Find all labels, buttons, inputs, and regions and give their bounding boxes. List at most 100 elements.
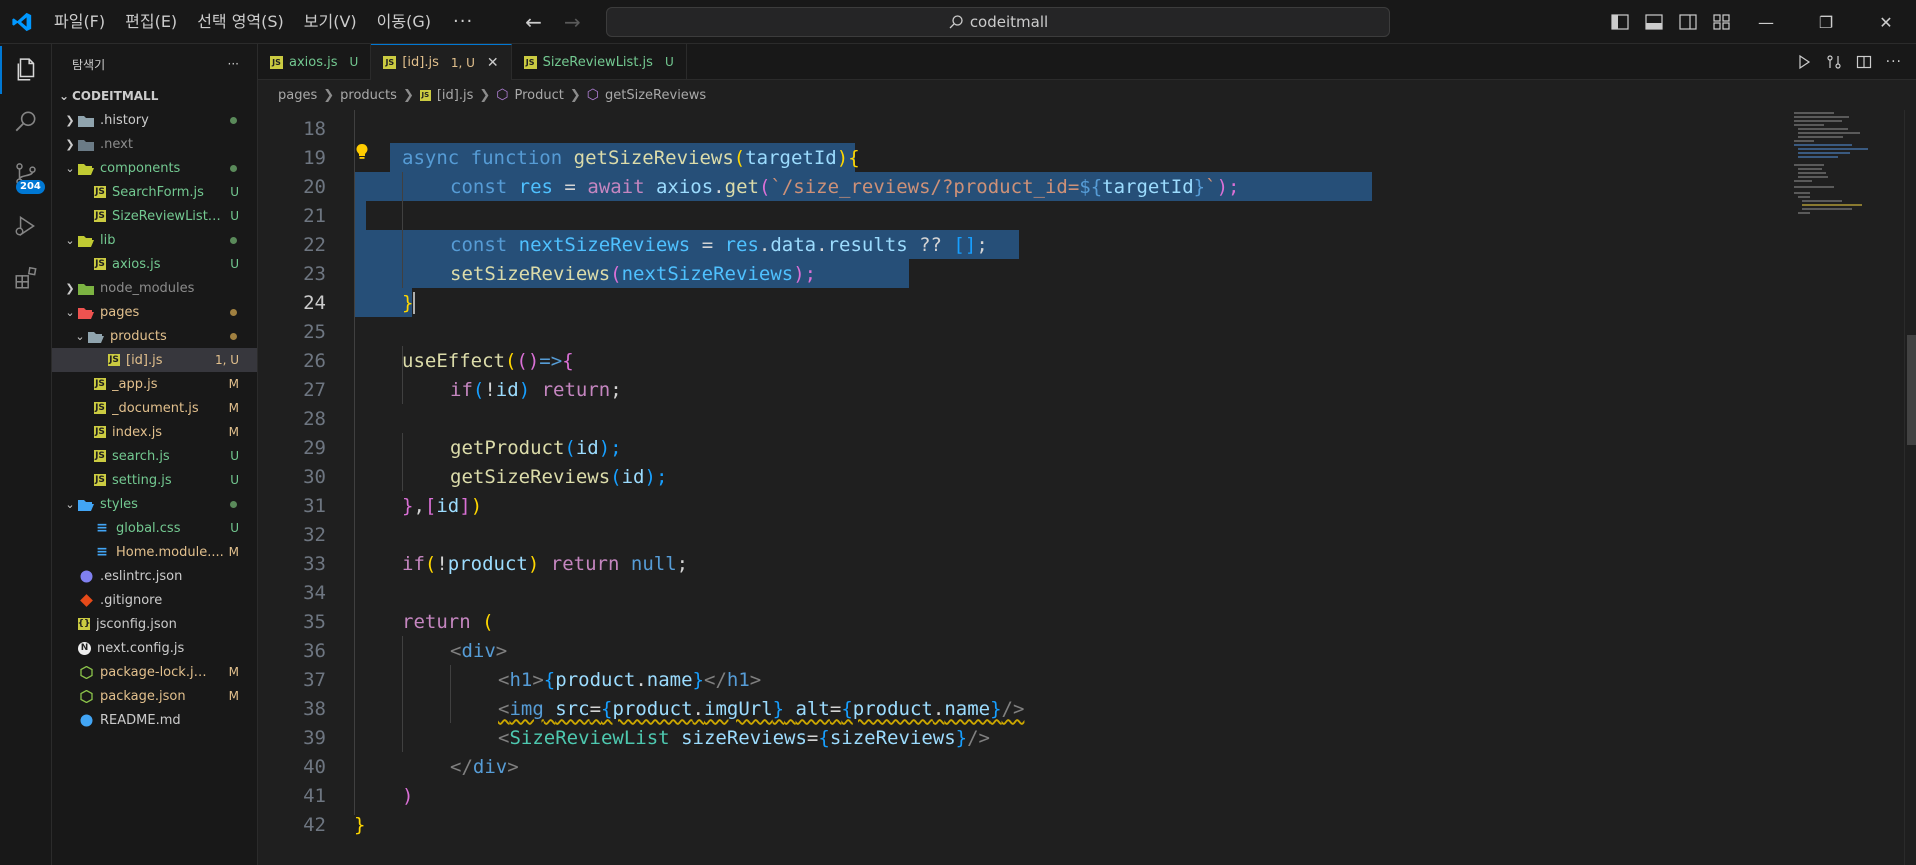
- source-control-badge: 204: [16, 180, 45, 194]
- code-line-24: 24 }: [303, 291, 416, 314]
- breadcrumb: pages ❯ products ❯ JS [id].js ❯ ⬡ Produc…: [258, 80, 1916, 110]
- code-line-31: 31 },[id]): [303, 494, 483, 517]
- folder-open-icon: [78, 497, 94, 511]
- back-arrow-icon[interactable]: ←: [525, 10, 542, 34]
- tree-file-document[interactable]: JS _document.js M: [52, 396, 257, 420]
- workspace-root[interactable]: ⌄ CODEITMALL: [52, 84, 257, 108]
- tree-file-app[interactable]: JS _app.js M: [52, 372, 257, 396]
- css-file-icon: ≡: [96, 520, 108, 536]
- tree-folder-history[interactable]: ❯ .history: [52, 108, 257, 132]
- tab-sizereviewlist[interactable]: JS SizeReviewList.js U: [512, 44, 687, 80]
- tree-file-package-lock[interactable]: package-lock.js... M: [52, 660, 257, 684]
- command-center-search[interactable]: codeitmall: [606, 7, 1390, 37]
- breadcrumb-products[interactable]: products: [340, 88, 397, 103]
- tree-file-global-css[interactable]: ≡ global.css U: [52, 516, 257, 540]
- breadcrumb-function[interactable]: getSizeReviews: [605, 88, 706, 103]
- breadcrumb-file[interactable]: [id].js: [437, 88, 474, 103]
- menu-more-button[interactable]: ···: [441, 11, 485, 32]
- toggle-primary-sidebar-icon[interactable]: [1610, 12, 1630, 32]
- explorer-icon[interactable]: [0, 46, 52, 94]
- split-editor-icon[interactable]: [1856, 54, 1872, 70]
- close-window-icon[interactable]: ✕: [1856, 0, 1916, 44]
- menu-edit[interactable]: 편집(E): [115, 7, 187, 37]
- folder-open-icon: [78, 305, 94, 319]
- tree-folder-styles[interactable]: ⌄ styles: [52, 492, 257, 516]
- js-file-icon: JS: [94, 378, 106, 390]
- run-icon[interactable]: [1796, 54, 1812, 70]
- chevron-right-icon: ❯: [323, 87, 335, 103]
- menu-bar: 파일(F) 편집(E) 선택 영역(S) 보기(V) 이동(G) ···: [44, 7, 485, 37]
- tab-id[interactable]: JS [id].js 1, U ✕: [371, 44, 512, 80]
- breadcrumb-product[interactable]: Product: [515, 88, 564, 103]
- tree-file-axios[interactable]: JS axios.js U: [52, 252, 257, 276]
- tree-file-jsconfig[interactable]: {} jsconfig.json: [52, 612, 257, 636]
- activity-bar: 204: [0, 44, 52, 865]
- menu-file[interactable]: 파일(F): [44, 7, 115, 37]
- js-file-icon: JS: [270, 55, 283, 69]
- scrollbar-thumb[interactable]: [1907, 335, 1916, 445]
- tree-file-search[interactable]: JS search.js U: [52, 444, 257, 468]
- folder-icon: [78, 137, 94, 151]
- tree-file-home-module[interactable]: ≡ Home.module.... M: [52, 540, 257, 564]
- tree-file-index[interactable]: JS index.js M: [52, 420, 257, 444]
- menu-selection[interactable]: 선택 영역(S): [187, 7, 294, 37]
- folder-open-icon: [88, 329, 104, 343]
- tree-file-next-config[interactable]: N next.config.js: [52, 636, 257, 660]
- restore-icon[interactable]: ❐: [1796, 0, 1856, 44]
- tree-file-eslintrc[interactable]: .eslintrc.json: [52, 564, 257, 588]
- tree-file-searchform[interactable]: JS SearchForm.js U: [52, 180, 257, 204]
- minimize-icon[interactable]: —: [1736, 0, 1796, 44]
- chevron-down-icon: ⌄: [65, 497, 75, 511]
- command-center-text: codeitmall: [969, 13, 1049, 31]
- toggle-panel-icon[interactable]: [1644, 12, 1664, 32]
- forward-arrow-icon[interactable]: →: [564, 10, 581, 34]
- tree-folder-node-modules[interactable]: ❯ node_modules: [52, 276, 257, 300]
- nextjs-icon: N: [78, 641, 91, 655]
- tree-file-id[interactable]: JS [id].js 1, U: [52, 348, 257, 372]
- info-icon: [78, 713, 94, 727]
- tree-file-package[interactable]: package.json M: [52, 684, 257, 708]
- search-view-icon[interactable]: [0, 98, 52, 146]
- close-tab-icon[interactable]: ✕: [487, 55, 499, 71]
- vertical-scrollbar[interactable]: [1904, 110, 1916, 865]
- tree-folder-next[interactable]: ❯ .next: [52, 132, 257, 156]
- tree-folder-components[interactable]: ⌄ components: [52, 156, 257, 180]
- tree-file-setting[interactable]: JS setting.js U: [52, 468, 257, 492]
- toggle-secondary-sidebar-icon[interactable]: [1678, 12, 1698, 32]
- git-icon: [78, 593, 94, 607]
- vscode-logo-icon: [0, 0, 44, 44]
- status-dot: [230, 164, 237, 172]
- code-editor[interactable]: 18 19 async function getSizeReviews(targ…: [258, 110, 1916, 865]
- tree-file-sizereviewlist[interactable]: JS SizeReviewList.js U: [52, 204, 257, 228]
- code-line-34: 34: [303, 581, 326, 604]
- source-control-icon[interactable]: 204: [0, 150, 52, 198]
- extensions-icon[interactable]: [0, 254, 52, 302]
- explorer-more-button[interactable]: ···: [228, 57, 239, 71]
- menu-go[interactable]: 이동(G): [367, 7, 441, 37]
- tree-folder-pages[interactable]: ⌄ pages: [52, 300, 257, 324]
- symbol-method-icon: ⬡: [586, 87, 600, 103]
- tree-folder-products[interactable]: ⌄ products: [52, 324, 257, 348]
- editor-tab-bar: JS axios.js U JS [id].js 1, U ✕ JS SizeR…: [258, 44, 1916, 80]
- explorer-sidebar: 탐색기 ··· ⌄ CODEITMALL ❯ .history ❯ .next …: [52, 44, 258, 865]
- minimap[interactable]: [1792, 110, 1904, 250]
- tree-file-readme[interactable]: README.md: [52, 708, 257, 732]
- tree-folder-lib[interactable]: ⌄ lib: [52, 228, 257, 252]
- status-dot: [230, 500, 237, 508]
- more-actions-icon[interactable]: ···: [1886, 54, 1902, 70]
- js-file-icon: JS: [523, 55, 537, 69]
- menu-view[interactable]: 보기(V): [294, 7, 367, 37]
- breadcrumb-pages[interactable]: pages: [278, 88, 317, 103]
- code-line-32: 32: [303, 523, 326, 546]
- code-line-35: 35 return (: [303, 610, 494, 633]
- js-file-icon: JS: [94, 210, 106, 222]
- folder-open-icon: [78, 161, 94, 175]
- run-debug-icon[interactable]: [0, 202, 52, 250]
- explorer-title: 탐색기: [72, 57, 106, 72]
- code-line-26: 26 useEffect(() =>{: [303, 349, 574, 372]
- code-line-37: 37 < h1 >{product. name} </h1 >: [303, 668, 762, 691]
- tab-axios[interactable]: JS axios.js U: [258, 44, 372, 80]
- customize-layout-icon[interactable]: [1712, 12, 1732, 32]
- compare-changes-icon[interactable]: [1826, 54, 1842, 70]
- tree-file-gitignore[interactable]: .gitignore: [52, 588, 257, 612]
